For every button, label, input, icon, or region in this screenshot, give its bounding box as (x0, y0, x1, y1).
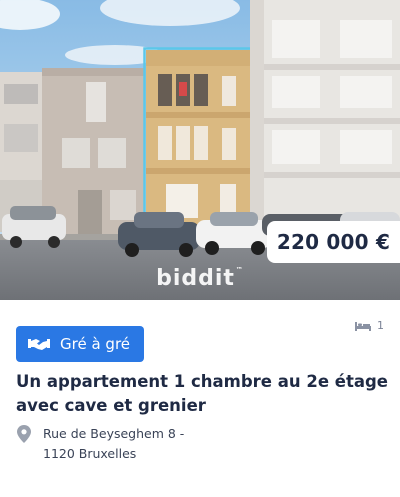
handshake-icon (28, 339, 50, 350)
price-tag: 220 000 € (267, 221, 400, 263)
watermark-trademark: ™ (235, 266, 244, 274)
listing-address: Rue de Beyseghem 8 - 1120 Bruxelles (17, 424, 184, 464)
biddit-watermark: biddit™ (0, 266, 400, 291)
listing-title[interactable]: Un appartement 1 chambre au 2e étage ave… (16, 370, 388, 418)
bedroom-count-value: 1 (377, 319, 384, 332)
property-photo[interactable]: biddit™ 220 000 € (0, 0, 400, 300)
bedroom-count: 1 (355, 319, 384, 332)
sale-type-label: Gré à gré (60, 335, 131, 353)
listing-card[interactable]: biddit™ 220 000 € 1 Gré à gré Un apparte… (0, 0, 400, 497)
address-city: 1120 Bruxelles (43, 446, 137, 461)
bed-icon (355, 321, 371, 331)
location-pin-icon (17, 425, 31, 443)
address-street: Rue de Beyseghem 8 - (43, 426, 185, 441)
sale-type-badge: Gré à gré (16, 326, 145, 362)
watermark-text: biddit (156, 266, 235, 291)
